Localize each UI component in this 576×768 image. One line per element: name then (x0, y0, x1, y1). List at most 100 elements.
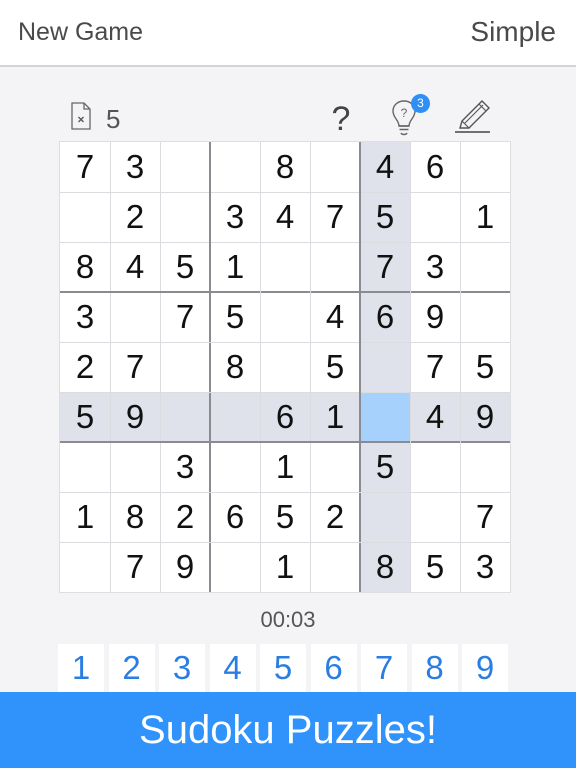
cell-r1-c2[interactable]: 3 (110, 142, 160, 192)
cell-r3-c5[interactable] (260, 242, 310, 292)
cell-divider-vertical (309, 142, 311, 592)
number-button-3[interactable]: 3 (159, 644, 205, 692)
cell-r6-c6[interactable]: 1 (310, 392, 360, 442)
number-button-7[interactable]: 7 (361, 644, 407, 692)
cell-r8-c9[interactable]: 7 (460, 492, 510, 542)
promo-banner[interactable]: Sudoku Puzzles! (0, 692, 576, 768)
cell-r2-c8[interactable] (410, 192, 460, 242)
cell-r7-c1[interactable] (60, 442, 110, 492)
cell-r8-c4[interactable]: 6 (210, 492, 260, 542)
cell-r9-c5[interactable]: 1 (260, 542, 310, 592)
cell-r2-c3[interactable] (160, 192, 210, 242)
cell-r4-c4[interactable]: 5 (210, 292, 260, 342)
cell-r5-c5[interactable] (260, 342, 310, 392)
cell-r2-c9[interactable]: 1 (460, 192, 510, 242)
cell-r2-c5[interactable]: 4 (260, 192, 310, 242)
cell-r8-c2[interactable]: 8 (110, 492, 160, 542)
cell-r5-c9[interactable]: 5 (460, 342, 510, 392)
cell-r6-c5[interactable]: 6 (260, 392, 310, 442)
cell-r9-c7[interactable]: 8 (360, 542, 410, 592)
cell-r5-c1[interactable]: 2 (60, 342, 110, 392)
cell-r2-c6[interactable]: 7 (310, 192, 360, 242)
cell-r3-c4[interactable]: 1 (210, 242, 260, 292)
cell-r9-c4[interactable] (210, 542, 260, 592)
cell-r6-c1[interactable]: 5 (60, 392, 110, 442)
cell-r4-c3[interactable]: 7 (160, 292, 210, 342)
hint-button[interactable]: ? 3 (386, 94, 432, 138)
cell-r6-c9[interactable]: 9 (460, 392, 510, 442)
cell-r4-c6[interactable]: 4 (310, 292, 360, 342)
help-button[interactable]: ? (328, 100, 354, 139)
number-button-1[interactable]: 1 (58, 644, 104, 692)
cell-r4-c9[interactable] (460, 292, 510, 342)
cell-r4-c5[interactable] (260, 292, 310, 342)
cell-r3-c1[interactable]: 8 (60, 242, 110, 292)
cell-r7-c7[interactable]: 5 (360, 442, 410, 492)
file-x-icon (71, 102, 91, 130)
cell-r8-c3[interactable]: 2 (160, 492, 210, 542)
cell-r4-c8[interactable]: 9 (410, 292, 460, 342)
cell-r5-c8[interactable]: 7 (410, 342, 460, 392)
number-button-9[interactable]: 9 (462, 644, 508, 692)
difficulty-button[interactable]: Simple (470, 16, 556, 48)
number-button-5[interactable]: 5 (260, 644, 306, 692)
cell-r9-c1[interactable] (60, 542, 110, 592)
cell-r1-c9[interactable] (460, 142, 510, 192)
cell-r4-c2[interactable] (110, 292, 160, 342)
cell-r3-c6[interactable] (310, 242, 360, 292)
cell-r4-c7[interactable]: 6 (360, 292, 410, 342)
number-button-4[interactable]: 4 (209, 644, 256, 692)
cell-r8-c8[interactable] (410, 492, 460, 542)
cell-r9-c3[interactable]: 9 (160, 542, 210, 592)
cell-r1-c1[interactable]: 7 (60, 142, 110, 192)
number-button-2[interactable]: 2 (108, 644, 155, 692)
cell-r4-c1[interactable]: 3 (60, 292, 110, 342)
new-game-button[interactable]: New Game (18, 18, 143, 47)
cell-r1-c3[interactable] (160, 142, 210, 192)
cell-r9-c2[interactable]: 7 (110, 542, 160, 592)
cell-r7-c5[interactable]: 1 (260, 442, 310, 492)
cell-r9-c8[interactable]: 5 (410, 542, 460, 592)
cell-r6-c4[interactable] (210, 392, 260, 442)
mistakes-count: 5 (106, 104, 121, 134)
cell-r6-c8[interactable]: 4 (410, 392, 460, 442)
cell-r7-c2[interactable] (110, 442, 160, 492)
cell-r3-c8[interactable]: 3 (410, 242, 460, 292)
cell-r3-c3[interactable]: 5 (160, 242, 210, 292)
cell-r2-c4[interactable]: 3 (210, 192, 260, 242)
cell-r5-c6[interactable]: 5 (310, 342, 360, 392)
sudoku-grid: 7384623475184517337546927857559614931518… (59, 141, 511, 593)
cell-r3-c7[interactable]: 7 (360, 242, 410, 292)
cell-r6-c3[interactable] (160, 392, 210, 442)
cell-r1-c5[interactable]: 8 (260, 142, 310, 192)
cell-r5-c3[interactable] (160, 342, 210, 392)
cell-r1-c8[interactable]: 6 (410, 142, 460, 192)
cell-r5-c4[interactable]: 8 (210, 342, 260, 392)
cell-r8-c7[interactable] (360, 492, 410, 542)
cell-r1-c4[interactable] (210, 142, 260, 192)
cell-r8-c6[interactable]: 2 (310, 492, 360, 542)
cell-r7-c8[interactable] (410, 442, 460, 492)
cell-r7-c6[interactable] (310, 442, 360, 492)
cell-r5-c7[interactable] (360, 342, 410, 392)
cell-r1-c7[interactable]: 4 (360, 142, 410, 192)
cell-r6-c7[interactable] (360, 392, 410, 442)
cell-r1-c6[interactable] (310, 142, 360, 192)
cell-r8-c5[interactable]: 5 (260, 492, 310, 542)
cell-r9-c6[interactable] (310, 542, 360, 592)
cell-r2-c7[interactable]: 5 (360, 192, 410, 242)
cell-r3-c9[interactable] (460, 242, 510, 292)
cell-r3-c2[interactable]: 4 (110, 242, 160, 292)
cell-r2-c1[interactable] (60, 192, 110, 242)
number-button-8[interactable]: 8 (411, 644, 458, 692)
cell-r8-c1[interactable]: 1 (60, 492, 110, 542)
cell-r9-c9[interactable]: 3 (460, 542, 510, 592)
cell-r7-c9[interactable] (460, 442, 510, 492)
pencil-icon[interactable] (452, 98, 494, 138)
cell-r5-c2[interactable]: 7 (110, 342, 160, 392)
number-button-6[interactable]: 6 (310, 644, 357, 692)
cell-r7-c4[interactable] (210, 442, 260, 492)
cell-r7-c3[interactable]: 3 (160, 442, 210, 492)
cell-r6-c2[interactable]: 9 (110, 392, 160, 442)
cell-r2-c2[interactable]: 2 (110, 192, 160, 242)
